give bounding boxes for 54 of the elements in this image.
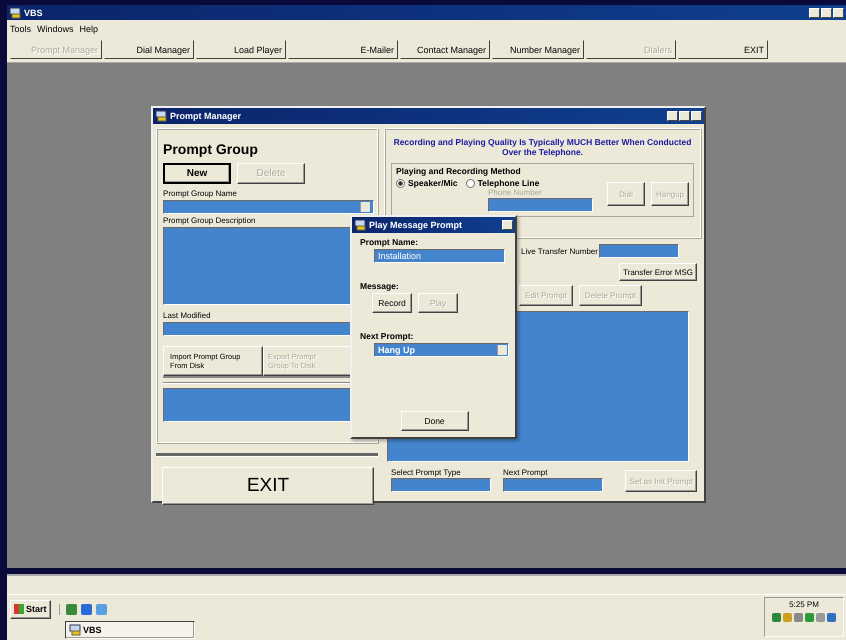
clock: 5:25 PM xyxy=(789,600,819,609)
quick-launch-icon[interactable] xyxy=(80,604,92,614)
radio-option[interactable]: Telephone Line xyxy=(466,178,540,188)
exit-button[interactable]: EXIT xyxy=(162,467,374,505)
live-transfer-field[interactable] xyxy=(598,244,679,258)
toolbar-button[interactable]: EXIT xyxy=(678,40,768,59)
field-label: Phone Number xyxy=(488,188,543,197)
start-button[interactable]: Start xyxy=(10,600,51,618)
field-label: Next Prompt: xyxy=(360,331,414,341)
app-icon xyxy=(354,219,366,231)
close-button[interactable] xyxy=(502,220,513,230)
windows-flag-icon xyxy=(14,604,24,614)
field-label: Last Modified xyxy=(163,311,212,320)
window-title: VBS xyxy=(24,8,43,18)
toolbar-button[interactable]: Load Player xyxy=(196,40,286,59)
toolbar-button[interactable]: E-Mailer xyxy=(288,40,398,59)
app-icon xyxy=(9,6,21,18)
window-controls[interactable] xyxy=(667,111,702,121)
transfer-error-button[interactable]: Transfer Error MSG xyxy=(619,263,697,281)
window-controls[interactable] xyxy=(809,8,844,18)
field-label: Live Transfer Number xyxy=(521,246,598,256)
prompt-name-field[interactable]: Installation xyxy=(374,249,505,263)
groupbox-label: Playing and Recording Method xyxy=(396,166,522,176)
section-heading: Prompt Group xyxy=(163,141,259,157)
window-title: Play Message Prompt xyxy=(369,220,462,230)
done-button[interactable]: Done xyxy=(400,411,468,431)
menu-item[interactable]: Help xyxy=(80,24,98,34)
new-button[interactable]: New xyxy=(163,163,231,184)
menu-item[interactable]: Tools xyxy=(10,24,32,34)
radio-button[interactable] xyxy=(466,178,475,188)
toolbar-button[interactable]: Contact Manager xyxy=(400,40,490,59)
field-label: Prompt Group Name xyxy=(163,189,238,198)
field-label: Prompt Group Description xyxy=(163,216,256,225)
toolbar-button[interactable]: Number Manager xyxy=(492,40,584,59)
next-prompt-dropdown[interactable]: Hang Up xyxy=(374,343,509,357)
app-icon xyxy=(155,110,167,122)
taskbar-button[interactable]: VBS xyxy=(65,621,195,639)
field-label: Select Prompt Type xyxy=(391,468,462,477)
phone-number-field[interactable] xyxy=(488,198,593,212)
field-label: Prompt Name: xyxy=(360,237,420,247)
app-icon xyxy=(69,624,81,636)
radio-button[interactable] xyxy=(396,178,405,188)
window-title: Prompt Manager xyxy=(170,111,242,121)
prompt-group-name-dropdown[interactable] xyxy=(163,200,374,214)
quick-launch-icon[interactable] xyxy=(66,604,77,614)
menu-item[interactable]: Windows xyxy=(37,24,74,34)
toolbar-button[interactable]: Dial Manager xyxy=(104,40,194,59)
field-label: Next Prompt xyxy=(503,468,548,477)
notice-text: Recording and Playing Quality Is Typically MUCH Better When Conducted Over the Telephone. xyxy=(392,137,692,157)
field-label: Message: xyxy=(360,281,400,291)
prompt-type-field[interactable] xyxy=(391,478,491,492)
record-button[interactable]: Record xyxy=(372,293,412,313)
radio-option[interactable]: Speaker/Mic xyxy=(396,178,458,188)
next-prompt-field[interactable] xyxy=(503,478,603,492)
